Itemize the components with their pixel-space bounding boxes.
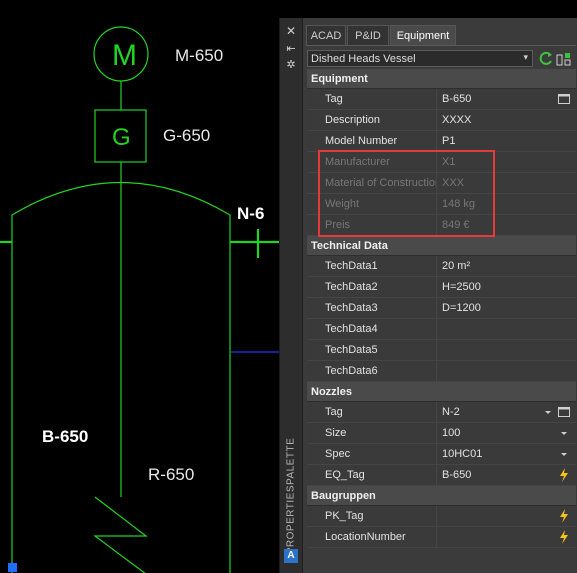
property-row-techdata6[interactable]: TechData6 <box>307 361 576 382</box>
property-key: PK_Tag <box>307 506 437 526</box>
property-row-techdata3[interactable]: TechData3 D=1200 <box>307 298 576 319</box>
property-value[interactable]: B-650 <box>438 465 576 485</box>
property-row-model-number[interactable]: Model Number P1 <box>307 131 576 152</box>
property-row-description[interactable]: Description XXXX <box>307 110 576 131</box>
agitator-tag-label: R-650 <box>148 465 195 484</box>
property-key: TechData3 <box>307 298 437 318</box>
property-key: Tag <box>307 89 437 109</box>
dropdown-dialog-icon[interactable] <box>544 405 570 419</box>
object-type-value: Dished Heads Vessel <box>311 53 416 65</box>
property-value[interactable]: D=1200 <box>438 298 576 318</box>
property-key: TechData1 <box>307 256 437 276</box>
highlight-box <box>318 150 495 237</box>
tab-acad[interactable]: ACAD <box>306 25 346 45</box>
property-row-nozzle-tag[interactable]: Tag N-2 <box>307 402 576 423</box>
property-row-spec[interactable]: Spec 10HC01 <box>307 444 576 465</box>
property-value[interactable]: 20 m² <box>438 256 576 276</box>
property-grid: Equipment Tag B-650 Description XXXX Mod… <box>307 69 576 548</box>
property-value[interactable]: P1 <box>438 131 576 151</box>
property-key: TechData6 <box>307 361 437 381</box>
dialog-icon[interactable] <box>558 92 570 106</box>
property-row-size[interactable]: Size 100 <box>307 423 576 444</box>
nozzle-tag-label: N-6 <box>237 204 265 223</box>
property-value[interactable]: B-650 <box>438 89 576 109</box>
vessel-tag-label: B-650 <box>42 427 89 446</box>
property-row-tag[interactable]: Tag B-650 <box>307 89 576 110</box>
tab-pid[interactable]: P&ID <box>347 25 389 45</box>
selection-marker[interactable] <box>8 563 17 572</box>
palette-title-strip[interactable]: ✕ ⇤ ✲ PROPERTIESPALETTE A <box>280 18 303 573</box>
palette-vertical-title: PROPERTIESPALETTE <box>285 437 297 555</box>
property-value[interactable] <box>438 527 576 547</box>
property-row-pk-tag[interactable]: PK_Tag <box>307 506 576 527</box>
property-value[interactable] <box>438 340 576 360</box>
property-key: Tag <box>307 402 437 422</box>
property-key: EQ_Tag <box>307 465 437 485</box>
property-row-eq-tag[interactable]: EQ_Tag B-650 <box>307 465 576 486</box>
property-row-techdata2[interactable]: TechData2 H=2500 <box>307 277 576 298</box>
gear-letter: G <box>112 124 131 151</box>
section-nozzles[interactable]: Nozzles <box>307 382 576 402</box>
tab-equipment[interactable]: Equipment <box>390 25 456 45</box>
chevron-down-icon[interactable] <box>558 447 570 461</box>
palette-tabs: ACAD P&ID Equipment <box>306 25 577 45</box>
motor-letter: M <box>112 39 137 72</box>
lightning-icon[interactable] <box>558 468 570 482</box>
palette-content: ACAD P&ID Equipment Dished Heads Vessel … <box>306 18 577 573</box>
pin-icon[interactable]: ⇤ <box>284 42 298 56</box>
settings-icon[interactable]: ✲ <box>284 58 298 72</box>
property-key: LocationNumber <box>307 527 437 547</box>
autocad-logo-icon: A <box>284 549 298 563</box>
close-icon[interactable]: ✕ <box>284 24 298 38</box>
property-key: Size <box>307 423 437 443</box>
property-key: TechData4 <box>307 319 437 339</box>
property-key: Spec <box>307 444 437 464</box>
section-baugruppen[interactable]: Baugruppen <box>307 486 576 506</box>
object-type-dropdown[interactable]: Dished Heads Vessel ▾ <box>307 50 533 67</box>
property-value[interactable]: 10HC01 <box>438 444 576 464</box>
select-objects-icon[interactable] <box>556 51 572 67</box>
lightning-icon[interactable] <box>558 530 570 544</box>
property-row-techdata4[interactable]: TechData4 <box>307 319 576 340</box>
section-technical-data[interactable]: Technical Data <box>307 236 576 256</box>
property-row-location-number[interactable]: LocationNumber <box>307 527 576 548</box>
property-key: TechData2 <box>307 277 437 297</box>
property-value[interactable] <box>438 319 576 339</box>
motor-tag-label: M-650 <box>175 46 224 65</box>
property-key: TechData5 <box>307 340 437 360</box>
tab-divider <box>306 45 576 46</box>
property-value[interactable]: XXXX <box>438 110 576 130</box>
section-equipment[interactable]: Equipment <box>307 69 576 89</box>
property-value[interactable]: H=2500 <box>438 277 576 297</box>
property-row-techdata1[interactable]: TechData1 20 m² <box>307 256 576 277</box>
chevron-down-icon: ▾ <box>523 52 528 62</box>
chevron-down-icon[interactable] <box>558 426 570 440</box>
property-value[interactable] <box>438 361 576 381</box>
property-value[interactable]: 100 <box>438 423 576 443</box>
agitator-blade <box>93 496 148 573</box>
property-value[interactable] <box>438 506 576 526</box>
property-key: Model Number <box>307 131 437 151</box>
lightning-icon[interactable] <box>558 509 570 523</box>
property-key: Description <box>307 110 437 130</box>
properties-palette: ✕ ⇤ ✲ PROPERTIESPALETTE A ACAD P&ID Equi… <box>279 18 577 573</box>
property-row-techdata5[interactable]: TechData5 <box>307 340 576 361</box>
gear-tag-label: G-650 <box>163 126 211 145</box>
refresh-icon[interactable] <box>538 50 554 67</box>
